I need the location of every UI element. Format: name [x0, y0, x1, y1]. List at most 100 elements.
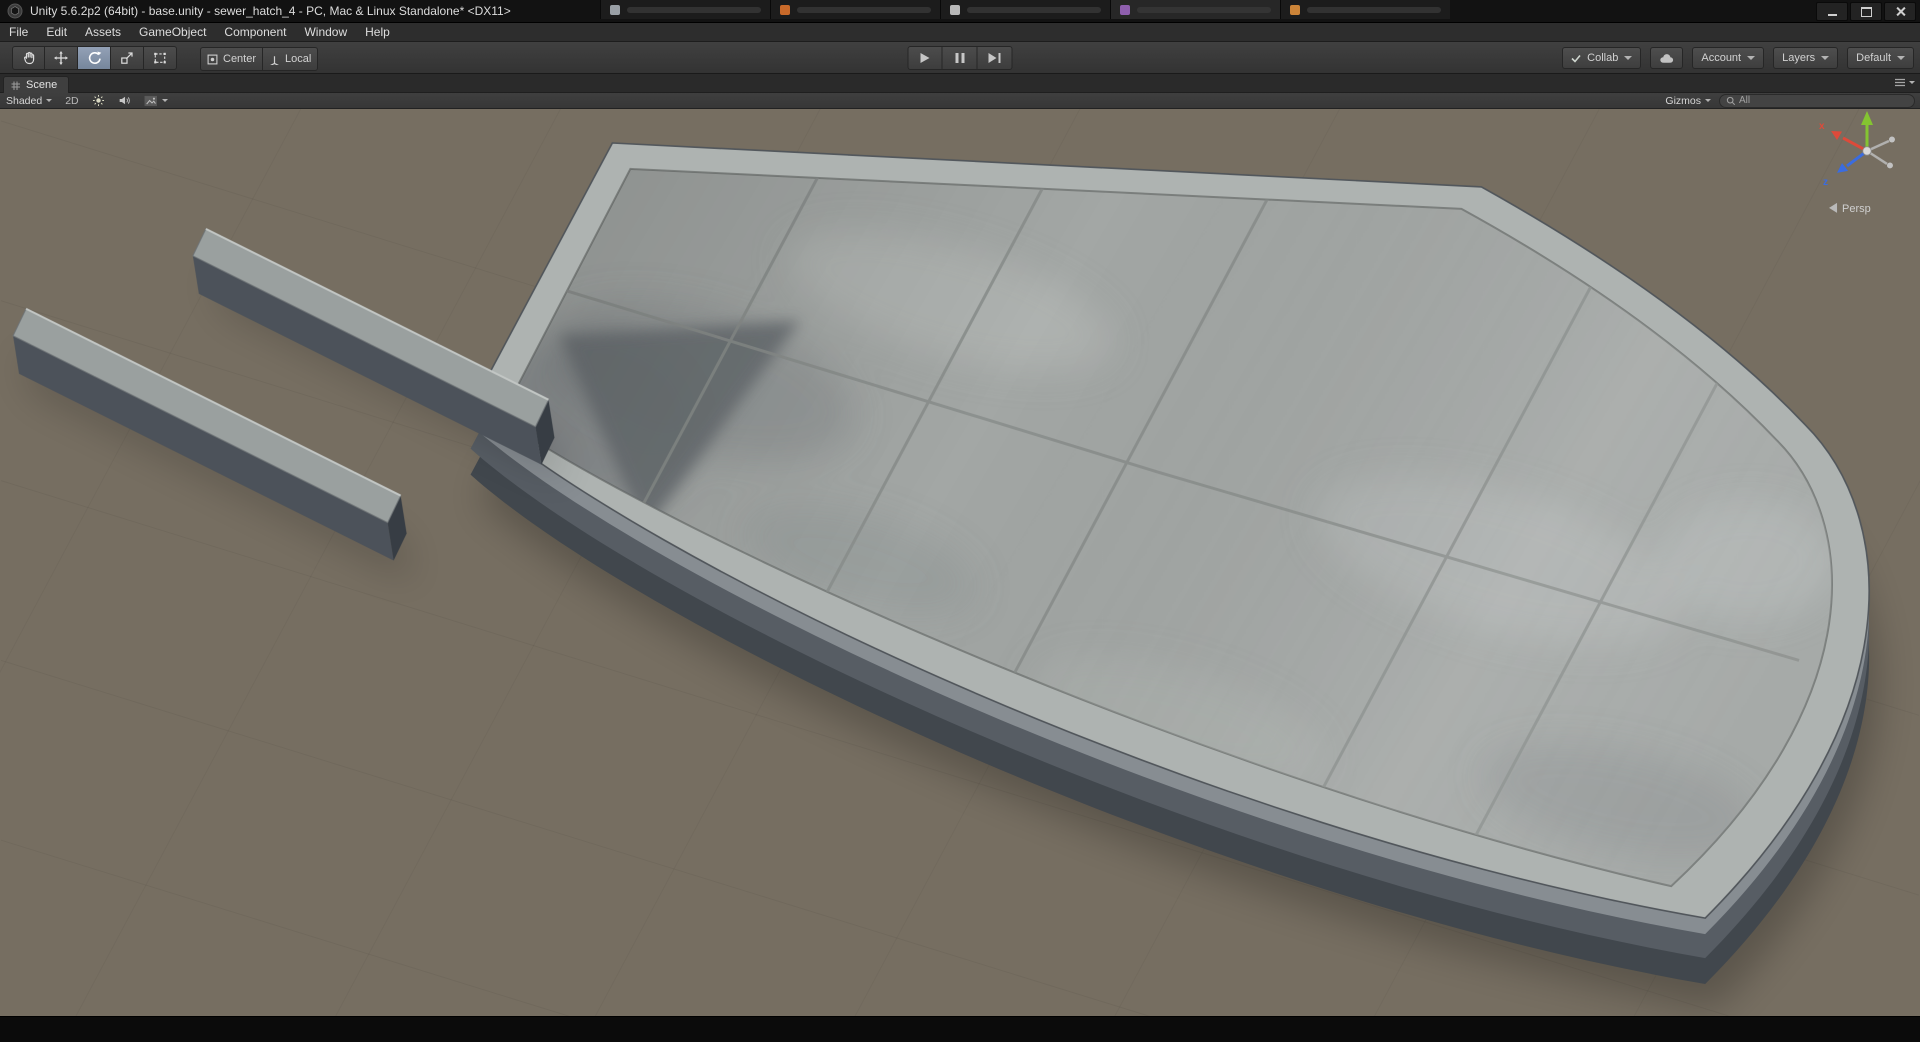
- toggle-2d-button[interactable]: 2D: [65, 95, 78, 107]
- main-toolbar: Center Local Collab Account Layers Defau…: [0, 42, 1920, 74]
- maximize-icon: [1860, 6, 1872, 17]
- y-axis-label: y: [1863, 109, 1869, 110]
- x-axis-cone[interactable]: [1831, 130, 1843, 140]
- collab-dropdown[interactable]: Collab: [1562, 47, 1642, 69]
- pivot-center-button[interactable]: Center: [200, 47, 264, 71]
- minimize-button[interactable]: [1816, 2, 1848, 21]
- chevron-down-icon: [1909, 81, 1915, 84]
- scene-search-input[interactable]: [1739, 95, 1908, 106]
- unity-logo-icon: [7, 3, 23, 19]
- effects-image-icon: [144, 95, 157, 106]
- close-button[interactable]: [1884, 2, 1916, 21]
- pivot-toggles: Center Local: [200, 47, 319, 71]
- chevron-down-icon: [161, 99, 168, 102]
- hand-tool-icon: [23, 51, 34, 65]
- maximize-button[interactable]: [1850, 2, 1882, 21]
- collab-label: Collab: [1587, 52, 1619, 64]
- scene-toolbar-right: Gizmos: [1665, 93, 1915, 108]
- tab-icon: [1290, 4, 1300, 15]
- scene-audio-toggle[interactable]: [118, 94, 131, 107]
- orientation-gizmo[interactable]: y x z: [1819, 109, 1895, 188]
- tab-icon: [950, 4, 960, 15]
- rect-tool-button[interactable]: [144, 46, 177, 70]
- scale-tool-button[interactable]: [111, 46, 144, 70]
- scene-viewport[interactable]: y x z Persp: [0, 109, 1920, 1016]
- chevron-down-icon: [1624, 56, 1633, 60]
- scene-effects-dropdown[interactable]: [144, 95, 168, 107]
- pause-button[interactable]: [942, 46, 978, 70]
- rect-tool-icon: [154, 52, 166, 64]
- transform-tools: [12, 46, 177, 70]
- step-button[interactable]: [977, 46, 1013, 70]
- window-controls: [1816, 2, 1916, 21]
- tab-title-placeholder: [627, 6, 761, 13]
- scene-view-toolbar: Shaded 2D Gizmos All: [0, 93, 1920, 109]
- gizmos-label: Gizmos: [1665, 94, 1701, 107]
- beam-top: [192, 228, 550, 428]
- layers-dropdown[interactable]: Layers: [1773, 47, 1839, 69]
- playback-controls: [907, 46, 1013, 70]
- gizmo-neg-axis-handle[interactable]: [1886, 162, 1893, 169]
- account-dropdown[interactable]: Account: [1692, 47, 1765, 69]
- pivot-local-button[interactable]: Local: [263, 47, 319, 71]
- concrete-platform-mesh[interactable]: [401, 109, 1919, 1011]
- pane-menu-icon: [1895, 78, 1905, 87]
- menu-item-file[interactable]: File: [0, 23, 37, 41]
- menu-bar: File Edit Assets GameObject Component Wi…: [0, 23, 1920, 42]
- rotate-tool-button[interactable]: [78, 46, 111, 70]
- pause-icon: [955, 53, 964, 63]
- background-tab[interactable]: [1280, 0, 1450, 19]
- menu-item-window[interactable]: Window: [295, 23, 356, 41]
- scene-lighting-toggle[interactable]: [92, 94, 105, 107]
- chevron-down-icon: [1821, 56, 1830, 60]
- beam-side: [13, 335, 394, 561]
- close-icon: [1895, 6, 1906, 17]
- play-button[interactable]: [907, 46, 943, 70]
- window-title: Unity 5.6.2p2 (64bit) - base.unity - sew…: [30, 4, 511, 18]
- scale-tool-icon: [121, 52, 133, 64]
- menu-item-assets[interactable]: Assets: [76, 23, 130, 41]
- cloud-icon: [1660, 54, 1674, 63]
- play-icon: [920, 53, 930, 63]
- tab-title-placeholder: [1137, 6, 1271, 13]
- background-tab[interactable]: [600, 0, 770, 19]
- gizmo-center[interactable]: [1862, 146, 1872, 156]
- chevron-down-icon: [1705, 99, 1711, 102]
- gizmos-dropdown[interactable]: Gizmos: [1665, 95, 1711, 107]
- toggle-2d-label: 2D: [65, 94, 79, 107]
- scene-tab-label: Scene: [26, 79, 58, 91]
- tab-icon: [1120, 4, 1130, 15]
- y-axis-cone[interactable]: [1861, 110, 1873, 125]
- layout-dropdown[interactable]: Default: [1847, 47, 1914, 69]
- background-tab[interactable]: [1110, 0, 1280, 19]
- shading-mode-label: Shaded: [6, 94, 43, 107]
- tab-icon: [780, 4, 790, 15]
- z-axis-cone[interactable]: [1837, 162, 1849, 173]
- pane-menu-button[interactable]: [1894, 78, 1915, 87]
- projection-icon: [1829, 202, 1838, 213]
- z-axis-label: z: [1823, 177, 1828, 188]
- background-tab[interactable]: [940, 0, 1110, 19]
- hand-tool-button[interactable]: [12, 46, 45, 70]
- menu-item-help[interactable]: Help: [356, 23, 399, 41]
- menu-item-component[interactable]: Component: [215, 23, 295, 41]
- chevron-down-icon: [1897, 56, 1905, 60]
- shading-mode-dropdown[interactable]: Shaded: [6, 94, 53, 107]
- search-icon: [1726, 96, 1736, 105]
- scene-search-field[interactable]: [1719, 93, 1915, 108]
- menu-item-gameobject[interactable]: GameObject: [130, 23, 215, 41]
- layers-label: Layers: [1782, 52, 1816, 64]
- chevron-down-icon: [46, 99, 53, 102]
- scene-3d-view[interactable]: y x z Persp: [0, 109, 1920, 1016]
- background-tab[interactable]: [770, 0, 940, 19]
- projection-toggle[interactable]: Persp: [1829, 203, 1871, 215]
- move-tool-button[interactable]: [45, 46, 78, 70]
- background-window-tabs: [600, 0, 1450, 19]
- scene-toolbar-left: Shaded 2D: [6, 93, 168, 108]
- cloud-button[interactable]: [1650, 47, 1684, 69]
- gizmo-neg-axis-handle[interactable]: [1888, 136, 1895, 143]
- tab-title-placeholder: [797, 6, 931, 13]
- tab-scene[interactable]: Scene: [3, 76, 70, 93]
- menu-item-edit[interactable]: Edit: [37, 23, 76, 41]
- projection-label: Persp: [1842, 203, 1871, 215]
